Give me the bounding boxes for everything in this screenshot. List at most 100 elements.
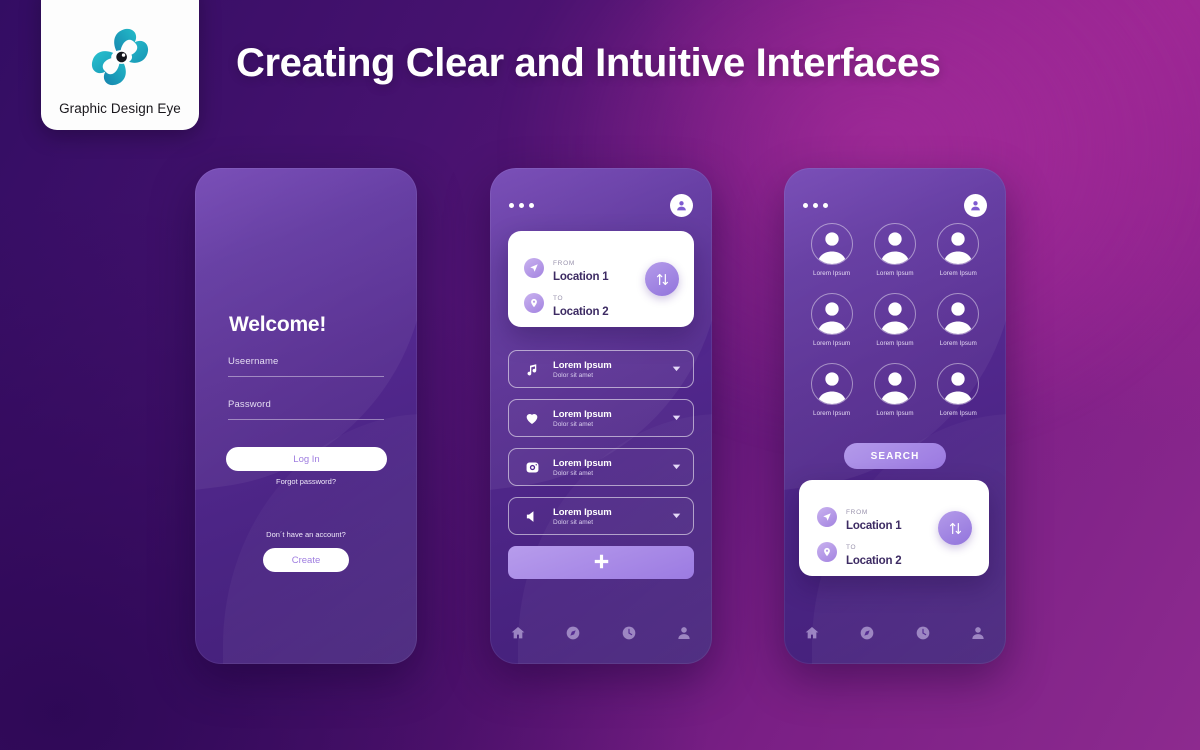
status-bar [509,191,693,219]
home-icon[interactable] [510,625,526,646]
person-card[interactable]: Lorem Ipsum [800,293,863,347]
to-caption: TO [846,544,857,551]
more-dots-icon[interactable] [803,202,828,208]
map-pin-icon [817,541,837,562]
person-icon[interactable] [970,625,986,646]
field-underline [228,419,384,420]
person-card[interactable]: Lorem Ipsum [863,293,926,347]
to-caption: TO [553,295,564,302]
list-item-subtitle: Dolor sit amet [553,371,594,379]
brand-name: Graphic Design Eye [59,101,181,116]
person-avatar-icon [937,223,980,265]
to-value: Location 2 [846,555,902,567]
person-avatar-icon [873,363,916,405]
swap-vertical-arrows-icon[interactable] [645,262,679,296]
person-avatar-icon [810,293,853,335]
list-item-subtitle: Dolor sit amet [553,420,594,428]
person-avatar-icon [810,223,853,265]
more-dots-icon[interactable] [509,202,534,208]
person-name: Lorem Ipsum [876,410,914,417]
swap-vertical-arrows-icon[interactable] [938,511,972,545]
location-card: FROM Location 1 TO Location 2 [799,480,989,576]
user-avatar-icon[interactable] [670,193,693,217]
from-caption: FROM [846,509,868,516]
forgot-password-link[interactable]: Forgot password? [195,477,417,486]
speaker-icon [519,509,545,524]
map-pin-icon [524,292,544,313]
person-icon[interactable] [676,625,692,646]
person-card[interactable]: Lorem Ipsum [927,293,990,347]
camera-icon [519,460,545,475]
list-item-subtitle: Dolor sit amet [553,469,594,477]
bottom-navigation [510,625,692,646]
to-value: Location 2 [553,306,609,318]
username-field[interactable]: Useername [228,356,384,377]
person-avatar-icon [937,293,980,335]
person-avatar-icon [937,363,980,405]
heart-icon [519,410,545,426]
person-card[interactable]: Lorem Ipsum [800,363,863,417]
person-name: Lorem Ipsum [876,270,914,277]
person-card[interactable]: Lorem Ipsum [800,223,863,277]
to-location-row[interactable]: TO Location 2 [524,287,609,318]
person-card[interactable]: Lorem Ipsum [863,363,926,417]
person-avatar-icon [873,293,916,335]
person-avatar-icon [810,363,853,405]
list-item[interactable]: Lorem Ipsum Dolor sit amet [508,350,694,388]
list-item-title: Lorem Ipsum [553,408,612,420]
login-screen: Welcome! Useername Password Log In Forgo… [195,168,417,664]
to-location-row[interactable]: TO Location 2 [817,536,902,567]
chevron-down-icon[interactable] [672,458,681,476]
from-location-row[interactable]: FROM Location 1 [524,252,609,283]
create-account-button[interactable]: Create [263,548,349,572]
person-card[interactable]: Lorem Ipsum [863,223,926,277]
add-button[interactable] [508,546,694,579]
route-screen: FROM Location 1 TO Location 2 Lorem Ipsu… [490,168,712,664]
home-icon[interactable] [804,625,820,646]
chevron-down-icon[interactable] [672,360,681,378]
people-grid: Lorem Ipsum Lorem Ipsum Lorem Ipsum Lore… [800,223,990,417]
people-screen: Lorem Ipsum Lorem Ipsum Lorem Ipsum Lore… [784,168,1006,664]
person-name: Lorem Ipsum [939,270,977,277]
user-avatar-icon[interactable] [964,193,987,217]
chevron-down-icon[interactable] [672,507,681,525]
compass-icon[interactable] [565,625,581,646]
page-title: Creating Clear and Intuitive Interfaces [236,41,941,85]
list-item-title: Lorem Ipsum [553,457,612,469]
list-item[interactable]: Lorem Ipsum Dolor sit amet [508,448,694,486]
person-card[interactable]: Lorem Ipsum [927,363,990,417]
phone-mockup-route: FROM Location 1 TO Location 2 Lorem Ipsu… [490,168,712,664]
chevron-down-icon[interactable] [672,409,681,427]
person-name: Lorem Ipsum [939,340,977,347]
compass-icon[interactable] [859,625,875,646]
person-card[interactable]: Lorem Ipsum [927,223,990,277]
list-item[interactable]: Lorem Ipsum Dolor sit amet [508,497,694,535]
person-name: Lorem Ipsum [813,340,851,347]
from-location-row[interactable]: FROM Location 1 [817,501,902,532]
login-button[interactable]: Log In [226,447,387,471]
search-button[interactable]: SEARCH [844,443,946,469]
password-label: Password [228,399,271,410]
brand-logo-card: Graphic Design Eye [41,0,199,130]
phone-mockup-login: Welcome! Useername Password Log In Forgo… [195,168,417,664]
person-avatar-icon [873,223,916,265]
from-value: Location 1 [553,271,609,283]
clock-icon[interactable] [915,625,931,646]
bottom-navigation [804,625,986,646]
plus-icon [592,552,611,574]
clock-icon[interactable] [621,625,637,646]
person-name: Lorem Ipsum [813,270,851,277]
music-note-icon [519,362,545,377]
eye-pinwheel-logo-icon [91,28,149,86]
list-item-title: Lorem Ipsum [553,506,612,518]
no-account-text: Don´t have an account? [266,530,346,539]
password-field[interactable]: Password [228,399,384,420]
person-name: Lorem Ipsum [939,410,977,417]
list-item[interactable]: Lorem Ipsum Dolor sit amet [508,399,694,437]
person-name: Lorem Ipsum [876,340,914,347]
navigation-arrow-icon [524,257,544,278]
field-underline [228,376,384,377]
phone-mockup-people: Lorem Ipsum Lorem Ipsum Lorem Ipsum Lore… [784,168,1006,664]
navigation-arrow-icon [817,506,837,527]
welcome-heading: Welcome! [229,313,327,336]
